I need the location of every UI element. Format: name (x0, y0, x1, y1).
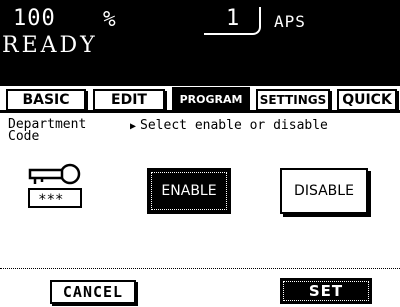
copier-panel: 100 % 1 APS READY BASIC EDIT PROGRAM SET… (0, 0, 400, 307)
instruction: ▶ Select enable or disable (130, 118, 328, 135)
divider (0, 268, 400, 269)
zoom-unit: % (103, 7, 116, 31)
key-mask: ***_ (38, 192, 72, 208)
tab-quick[interactable]: QUICK (337, 89, 397, 111)
paper-mode: APS (274, 12, 306, 31)
instruction-text: Select enable or disable (140, 118, 328, 133)
tab-settings[interactable]: SETTINGS (256, 89, 330, 111)
copy-count: 1 (226, 6, 240, 31)
machine-state: READY (2, 33, 98, 58)
key-icon: ***_ (28, 163, 88, 213)
tab-edit[interactable]: EDIT (93, 89, 165, 111)
disable-button[interactable]: DISABLE (280, 168, 368, 214)
copies-value: 100 (13, 6, 56, 31)
section-label: Department Code (8, 117, 87, 144)
enable-button[interactable]: ENABLE (147, 168, 231, 214)
cancel-button[interactable]: CANCEL (50, 280, 136, 304)
status-bar: 100 % 1 APS READY (0, 0, 400, 86)
tab-program[interactable]: PROGRAM (172, 87, 250, 113)
set-button[interactable]: SET (280, 278, 372, 304)
pointer-triangle-icon: ▶ (130, 121, 137, 132)
tab-basic[interactable]: BASIC (6, 89, 86, 111)
